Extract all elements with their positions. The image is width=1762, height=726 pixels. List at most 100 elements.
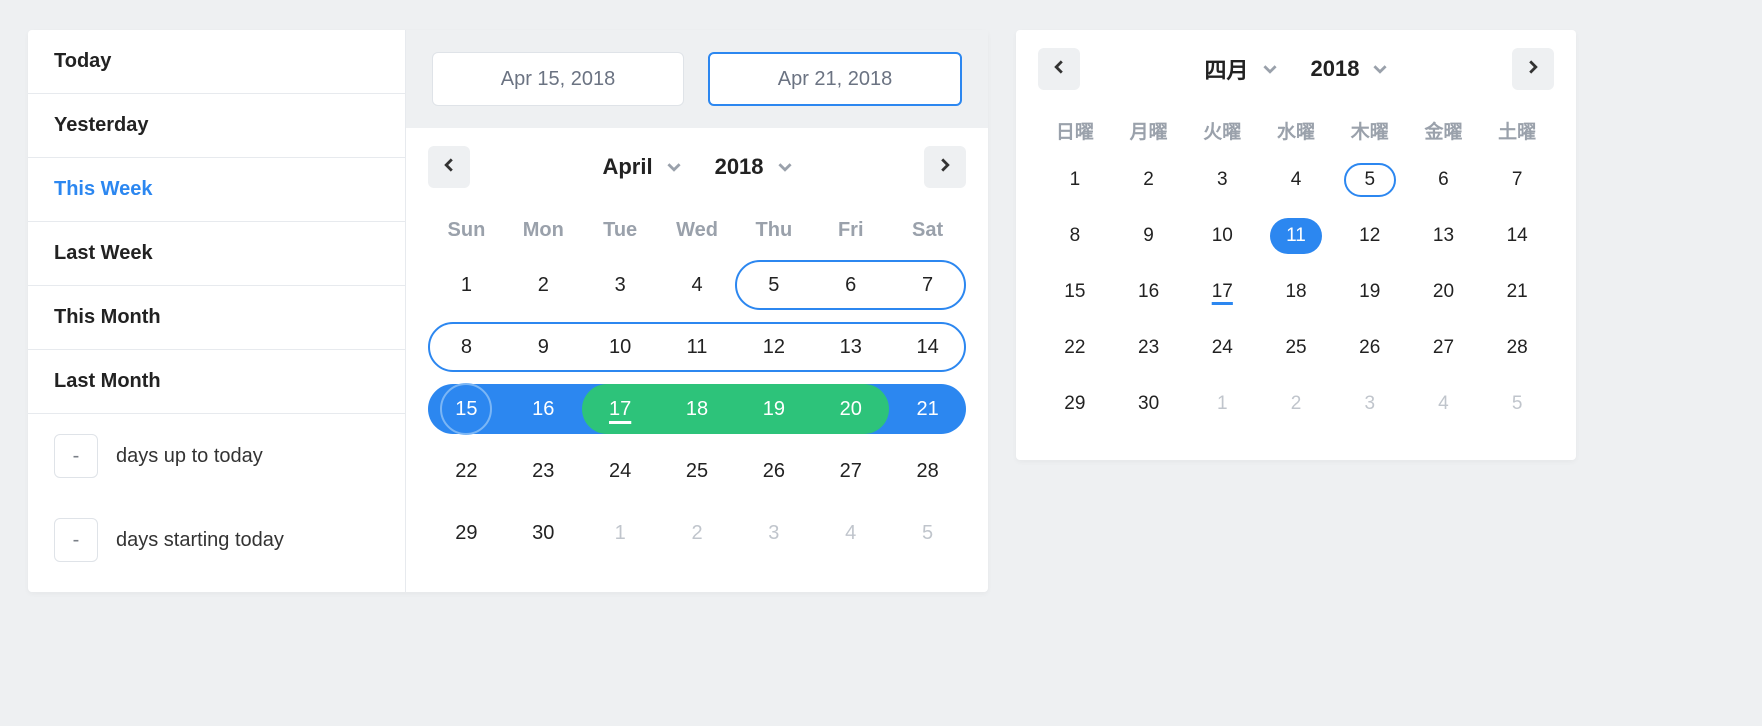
calendar-day[interactable]: 29 bbox=[1038, 376, 1112, 432]
calendar-day[interactable]: 26 bbox=[1333, 320, 1407, 376]
calendar-day[interactable]: 2 bbox=[1259, 376, 1333, 432]
calendar-day[interactable]: 3 bbox=[735, 502, 812, 564]
calendar-day[interactable]: 28 bbox=[1480, 320, 1554, 376]
month-label: April bbox=[602, 154, 652, 180]
calendar-day[interactable]: 1 bbox=[1185, 376, 1259, 432]
calendar-day[interactable]: 21 bbox=[889, 378, 966, 440]
days-starting-input[interactable]: - bbox=[54, 518, 98, 562]
calendar-day[interactable]: 4 bbox=[1407, 376, 1481, 432]
calendar-day[interactable]: 4 bbox=[659, 254, 736, 316]
calendar-day[interactable]: 23 bbox=[1112, 320, 1186, 376]
calendar-week-row: 1234567 bbox=[428, 254, 966, 316]
calendar-day[interactable]: 13 bbox=[812, 316, 889, 378]
preset-this-week[interactable]: This Week bbox=[28, 158, 405, 222]
calendar-day[interactable]: 20 bbox=[1407, 264, 1481, 320]
start-date-input[interactable]: Apr 15, 2018 bbox=[432, 52, 684, 106]
calendar-day[interactable]: 14 bbox=[889, 316, 966, 378]
calendar-day[interactable]: 10 bbox=[582, 316, 659, 378]
weekday-header: 土曜 bbox=[1480, 108, 1554, 152]
calendar-day[interactable]: 4 bbox=[812, 502, 889, 564]
preset-last-month[interactable]: Last Month bbox=[28, 350, 405, 414]
end-date-input[interactable]: Apr 21, 2018 bbox=[708, 52, 962, 106]
calendar-day[interactable]: 6 bbox=[812, 254, 889, 316]
calendar-day[interactable]: 1 bbox=[582, 502, 659, 564]
year-label: 2018 bbox=[1311, 56, 1360, 82]
chevron-down-icon bbox=[778, 154, 792, 180]
calendar-day[interactable]: 5 bbox=[735, 254, 812, 316]
date-inputs: Apr 15, 2018 Apr 21, 2018 bbox=[406, 30, 988, 128]
calendar-day[interactable]: 3 bbox=[1185, 152, 1259, 208]
calendar-day[interactable]: 1 bbox=[428, 254, 505, 316]
calendar-day[interactable]: 30 bbox=[505, 502, 582, 564]
calendar-day[interactable]: 1 bbox=[1038, 152, 1112, 208]
weekday-header: Tue bbox=[582, 206, 659, 254]
calendar-day[interactable]: 28 bbox=[889, 440, 966, 502]
prev-month-button[interactable] bbox=[428, 146, 470, 188]
year-select[interactable]: 2018 bbox=[715, 154, 792, 180]
calendar-day[interactable]: 23 bbox=[505, 440, 582, 502]
calendar-day[interactable]: 12 bbox=[1333, 208, 1407, 264]
calendar-day[interactable]: 26 bbox=[735, 440, 812, 502]
calendar-day[interactable]: 2 bbox=[505, 254, 582, 316]
calendar-day[interactable]: 5 bbox=[889, 502, 966, 564]
calendar-day[interactable]: 9 bbox=[505, 316, 582, 378]
calendar-day[interactable]: 24 bbox=[1185, 320, 1259, 376]
calendar-day[interactable]: 17 bbox=[1185, 264, 1259, 320]
preset-this-month[interactable]: This Month bbox=[28, 286, 405, 350]
calendar-day[interactable]: 2 bbox=[1112, 152, 1186, 208]
prev-month-button[interactable] bbox=[1038, 48, 1080, 90]
calendar-day[interactable]: 22 bbox=[1038, 320, 1112, 376]
calendar-day[interactable]: 11 bbox=[1259, 208, 1333, 264]
calendar-day[interactable]: 14 bbox=[1480, 208, 1554, 264]
calendar-day[interactable]: 22 bbox=[428, 440, 505, 502]
weekday-header: 日曜 bbox=[1038, 108, 1112, 152]
calendar-day[interactable]: 11 bbox=[659, 316, 736, 378]
calendar-day[interactable]: 3 bbox=[582, 254, 659, 316]
calendar-day[interactable]: 5 bbox=[1333, 152, 1407, 208]
calendar-day[interactable]: 27 bbox=[1407, 320, 1481, 376]
calendar-day[interactable]: 27 bbox=[812, 440, 889, 502]
calendar-day[interactable]: 12 bbox=[735, 316, 812, 378]
month-select[interactable]: 四月 bbox=[1205, 53, 1277, 85]
calendar-day[interactable]: 29 bbox=[428, 502, 505, 564]
calendar-day[interactable]: 6 bbox=[1407, 152, 1481, 208]
month-select[interactable]: April bbox=[602, 154, 680, 180]
year-label: 2018 bbox=[715, 154, 764, 180]
preset-yesterday[interactable]: Yesterday bbox=[28, 94, 405, 158]
calendar-day[interactable]: 8 bbox=[428, 316, 505, 378]
preset-last-week[interactable]: Last Week bbox=[28, 222, 405, 286]
preset-days-starting: - days starting today bbox=[28, 498, 405, 582]
days-up-to-input[interactable]: - bbox=[54, 434, 98, 478]
calendar-day[interactable]: 10 bbox=[1185, 208, 1259, 264]
calendar-day[interactable]: 7 bbox=[1480, 152, 1554, 208]
calendar-day[interactable]: 9 bbox=[1112, 208, 1186, 264]
calendar-day[interactable]: 21 bbox=[1480, 264, 1554, 320]
calendar-day[interactable]: 8 bbox=[1038, 208, 1112, 264]
preset-list: Today Yesterday This Week Last Week This… bbox=[28, 30, 406, 592]
calendar-day[interactable]: 19 bbox=[1333, 264, 1407, 320]
calendar-day[interactable]: 16 bbox=[1112, 264, 1186, 320]
next-month-button[interactable] bbox=[1512, 48, 1554, 90]
calendar-day[interactable]: 4 bbox=[1259, 152, 1333, 208]
weekday-header: Sun bbox=[428, 206, 505, 254]
calendar-day[interactable]: 15 bbox=[428, 378, 505, 440]
calendar-day[interactable]: 18 bbox=[1259, 264, 1333, 320]
calendar-day[interactable]: 16 bbox=[505, 378, 582, 440]
year-select[interactable]: 2018 bbox=[1311, 56, 1388, 82]
calendar-day[interactable]: 13 bbox=[1407, 208, 1481, 264]
weekday-header: 金曜 bbox=[1407, 108, 1481, 152]
calendar-day[interactable]: 30 bbox=[1112, 376, 1186, 432]
next-month-button[interactable] bbox=[924, 146, 966, 188]
calendar-day[interactable]: 2 bbox=[659, 502, 736, 564]
calendar-day[interactable]: 5 bbox=[1480, 376, 1554, 432]
calendar-day[interactable]: 15 bbox=[1038, 264, 1112, 320]
calendar-day[interactable]: 25 bbox=[1259, 320, 1333, 376]
calendar-day[interactable]: 7 bbox=[889, 254, 966, 316]
calendar-week-row: 15161718192021 bbox=[428, 378, 966, 440]
calendar-day[interactable]: 24 bbox=[582, 440, 659, 502]
calendar-day[interactable]: 25 bbox=[659, 440, 736, 502]
chevron-left-icon bbox=[1052, 60, 1066, 79]
date-range-picker: Today Yesterday This Week Last Week This… bbox=[28, 30, 988, 592]
calendar-day[interactable]: 3 bbox=[1333, 376, 1407, 432]
preset-today[interactable]: Today bbox=[28, 30, 405, 94]
